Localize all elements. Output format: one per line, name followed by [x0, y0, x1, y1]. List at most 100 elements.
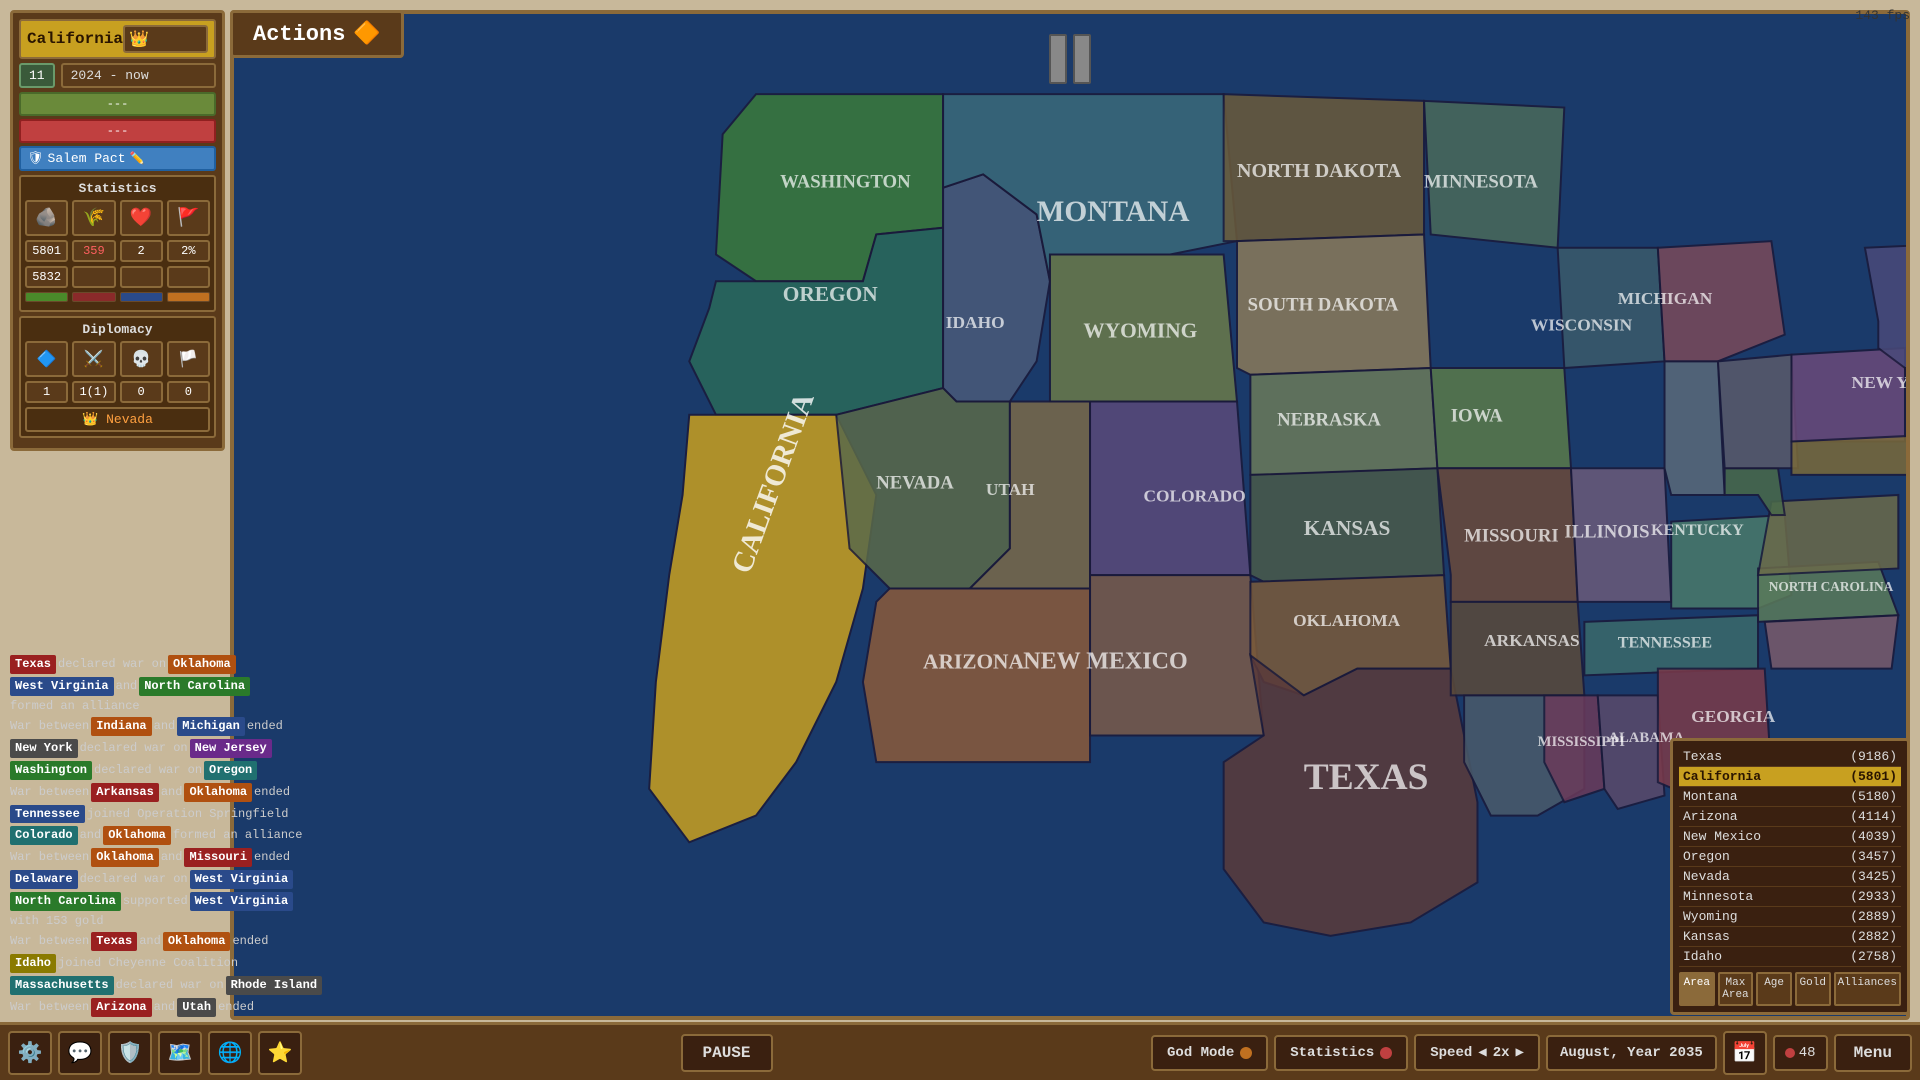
truce-flag-icon[interactable]: 🏳️: [167, 341, 210, 377]
event-text: and: [116, 678, 138, 695]
stats-list-item[interactable]: Texas(9186): [1679, 747, 1901, 767]
speed-button[interactable]: Speed ◀ 2x ▶: [1414, 1034, 1540, 1071]
country-name-bar[interactable]: California 👑: [19, 19, 216, 59]
filter-btn-alliances[interactable]: Alliances: [1834, 972, 1901, 1006]
event-text: supported: [123, 893, 188, 910]
stats-list-item[interactable]: Wyoming(2889): [1679, 907, 1901, 927]
event-tag-orange: Oklahoma: [184, 783, 252, 802]
event-item: War between Indiana and Michigan ended: [10, 717, 350, 736]
event-item: Texas declared war on Oklahoma: [10, 655, 350, 674]
god-mode-dot: [1240, 1047, 1252, 1059]
menu-button[interactable]: Menu: [1834, 1034, 1912, 1072]
state-alabama[interactable]: [1598, 695, 1665, 809]
stat-numbers-row2: 5832: [25, 266, 210, 288]
green-stat-bar: ---: [19, 92, 216, 116]
event-tag-red: Arizona: [91, 998, 151, 1017]
diplo-count-3: 0: [120, 381, 163, 403]
filter-btn-age[interactable]: Age: [1756, 972, 1792, 1006]
stats-panel: Texas(9186)California(5801)Montana(5180)…: [1670, 738, 1910, 1015]
stats-list-item[interactable]: California(5801): [1679, 767, 1901, 787]
stats-list-item[interactable]: Montana(5180): [1679, 787, 1901, 807]
statistics-bottom-button[interactable]: Statistics: [1274, 1035, 1408, 1071]
stats-item-value: (5180): [1850, 789, 1897, 804]
alliance-bar[interactable]: 🛡 Salem Pact ✏️: [19, 146, 216, 171]
red-stat-bar: ---: [19, 119, 216, 143]
nevada-label: NEVADA: [876, 472, 954, 493]
state-ohio[interactable]: [1718, 355, 1798, 469]
map-button[interactable]: 🗺️: [158, 1031, 202, 1075]
event-text: and: [80, 827, 102, 844]
event-tag-red: Missouri: [184, 848, 252, 867]
alliance-icon[interactable]: 🔷: [25, 341, 68, 377]
event-text: and: [154, 718, 176, 735]
stat-val-3: 2: [120, 240, 163, 262]
filter-btn-area[interactable]: Area: [1679, 972, 1715, 1006]
stats-list-item[interactable]: Minnesota(2933): [1679, 887, 1901, 907]
stats-list-item[interactable]: Kansas(2882): [1679, 927, 1901, 947]
state-indiana[interactable]: [1665, 361, 1725, 495]
actions-diamond-icon: 🔶: [353, 21, 380, 47]
edit-icon[interactable]: ✏️: [130, 151, 145, 166]
pause-button[interactable]: [1049, 34, 1091, 84]
event-item: New York declared war on New Jersey: [10, 739, 350, 758]
globe-button[interactable]: 🌐: [208, 1031, 252, 1075]
state-south-carolina[interactable]: [1765, 615, 1899, 668]
settings-button[interactable]: ⚙️: [8, 1031, 52, 1075]
stats-item-name: Oregon: [1683, 849, 1850, 864]
population-icon[interactable]: 🪨: [25, 200, 68, 236]
heart-icon[interactable]: ❤️: [120, 200, 163, 236]
diplo-count-1: 1: [25, 381, 68, 403]
event-tag-green: Washington: [10, 761, 92, 780]
state-pennsylvania[interactable]: [1791, 348, 1905, 442]
state-arizona[interactable]: [863, 588, 1090, 762]
actions-button[interactable]: Actions 🔶: [230, 10, 404, 58]
star-button[interactable]: ⭐: [258, 1031, 302, 1075]
calendar-button[interactable]: 📅: [1723, 1031, 1767, 1075]
stats-list-item[interactable]: Oregon(3457): [1679, 847, 1901, 867]
stats-list-item[interactable]: New Mexico(4039): [1679, 827, 1901, 847]
event-tag-red: Arkansas: [91, 783, 159, 802]
stats-item-name: Minnesota: [1683, 889, 1850, 904]
war-icon[interactable]: ⚔️: [72, 341, 115, 377]
fps-display: 143 fps: [1855, 8, 1910, 23]
stats-list-item[interactable]: Arizona(4114): [1679, 807, 1901, 827]
filter-btn-max-area[interactable]: Max Area: [1718, 972, 1754, 1006]
right-arrow-icon[interactable]: ▶: [1516, 1044, 1524, 1061]
stats-list: Texas(9186)California(5801)Montana(5180)…: [1679, 747, 1901, 967]
texas-label: TEXAS: [1304, 757, 1429, 798]
map-container[interactable]: CALIFORNIA OREGON WASHINGTON IDAHO NEVAD…: [230, 10, 1910, 1020]
event-tag-blue: Delaware: [10, 870, 78, 889]
notification-count[interactable]: 48: [1773, 1035, 1828, 1071]
south-dakota-label: SOUTH DAKOTA: [1248, 295, 1399, 316]
state-west-virginia[interactable]: [1725, 468, 1785, 515]
state-maryland[interactable]: [1791, 435, 1906, 475]
shield-bottom-button[interactable]: 🛡️: [108, 1031, 152, 1075]
speed-label: Speed: [1430, 1045, 1472, 1061]
left-panel: California 👑 11 2024 - now --- --- 🛡 Sal…: [10, 10, 225, 451]
colorado-label: COLORADO: [1143, 487, 1245, 506]
statistics-dot: [1380, 1047, 1392, 1059]
stats-list-item[interactable]: Idaho(2758): [1679, 947, 1901, 967]
event-tag-green: North Carolina: [10, 892, 121, 911]
flag-icon[interactable]: 🚩: [167, 200, 210, 236]
event-text: ended: [218, 999, 254, 1016]
skull-icon[interactable]: 💀: [120, 341, 163, 377]
event-item: Washington declared war on Oregon: [10, 761, 350, 780]
event-text: ended: [254, 849, 290, 866]
stat-val-7: [120, 266, 163, 288]
pause-label-button[interactable]: PAUSE: [681, 1034, 773, 1072]
chat-button[interactable]: 💬: [58, 1031, 102, 1075]
event-text: ended: [254, 784, 290, 801]
new-mexico-label: NEW MEXICO: [1023, 649, 1187, 675]
wyoming-label: WYOMING: [1083, 318, 1197, 342]
filter-btn-gold[interactable]: Gold: [1795, 972, 1831, 1006]
left-arrow-icon[interactable]: ◀: [1478, 1044, 1486, 1061]
event-item: War between Arkansas and Oklahoma ended: [10, 783, 350, 802]
diplo-count-2: 1(1): [72, 381, 115, 403]
stats-item-value: (9186): [1850, 749, 1897, 764]
date-display: August, Year 2035: [1546, 1035, 1717, 1071]
stats-list-item[interactable]: Nevada(3425): [1679, 867, 1901, 887]
event-tag-yellow: Idaho: [10, 954, 56, 973]
gold-icon[interactable]: 🌾: [72, 200, 115, 236]
god-mode-button[interactable]: God Mode: [1151, 1035, 1268, 1071]
